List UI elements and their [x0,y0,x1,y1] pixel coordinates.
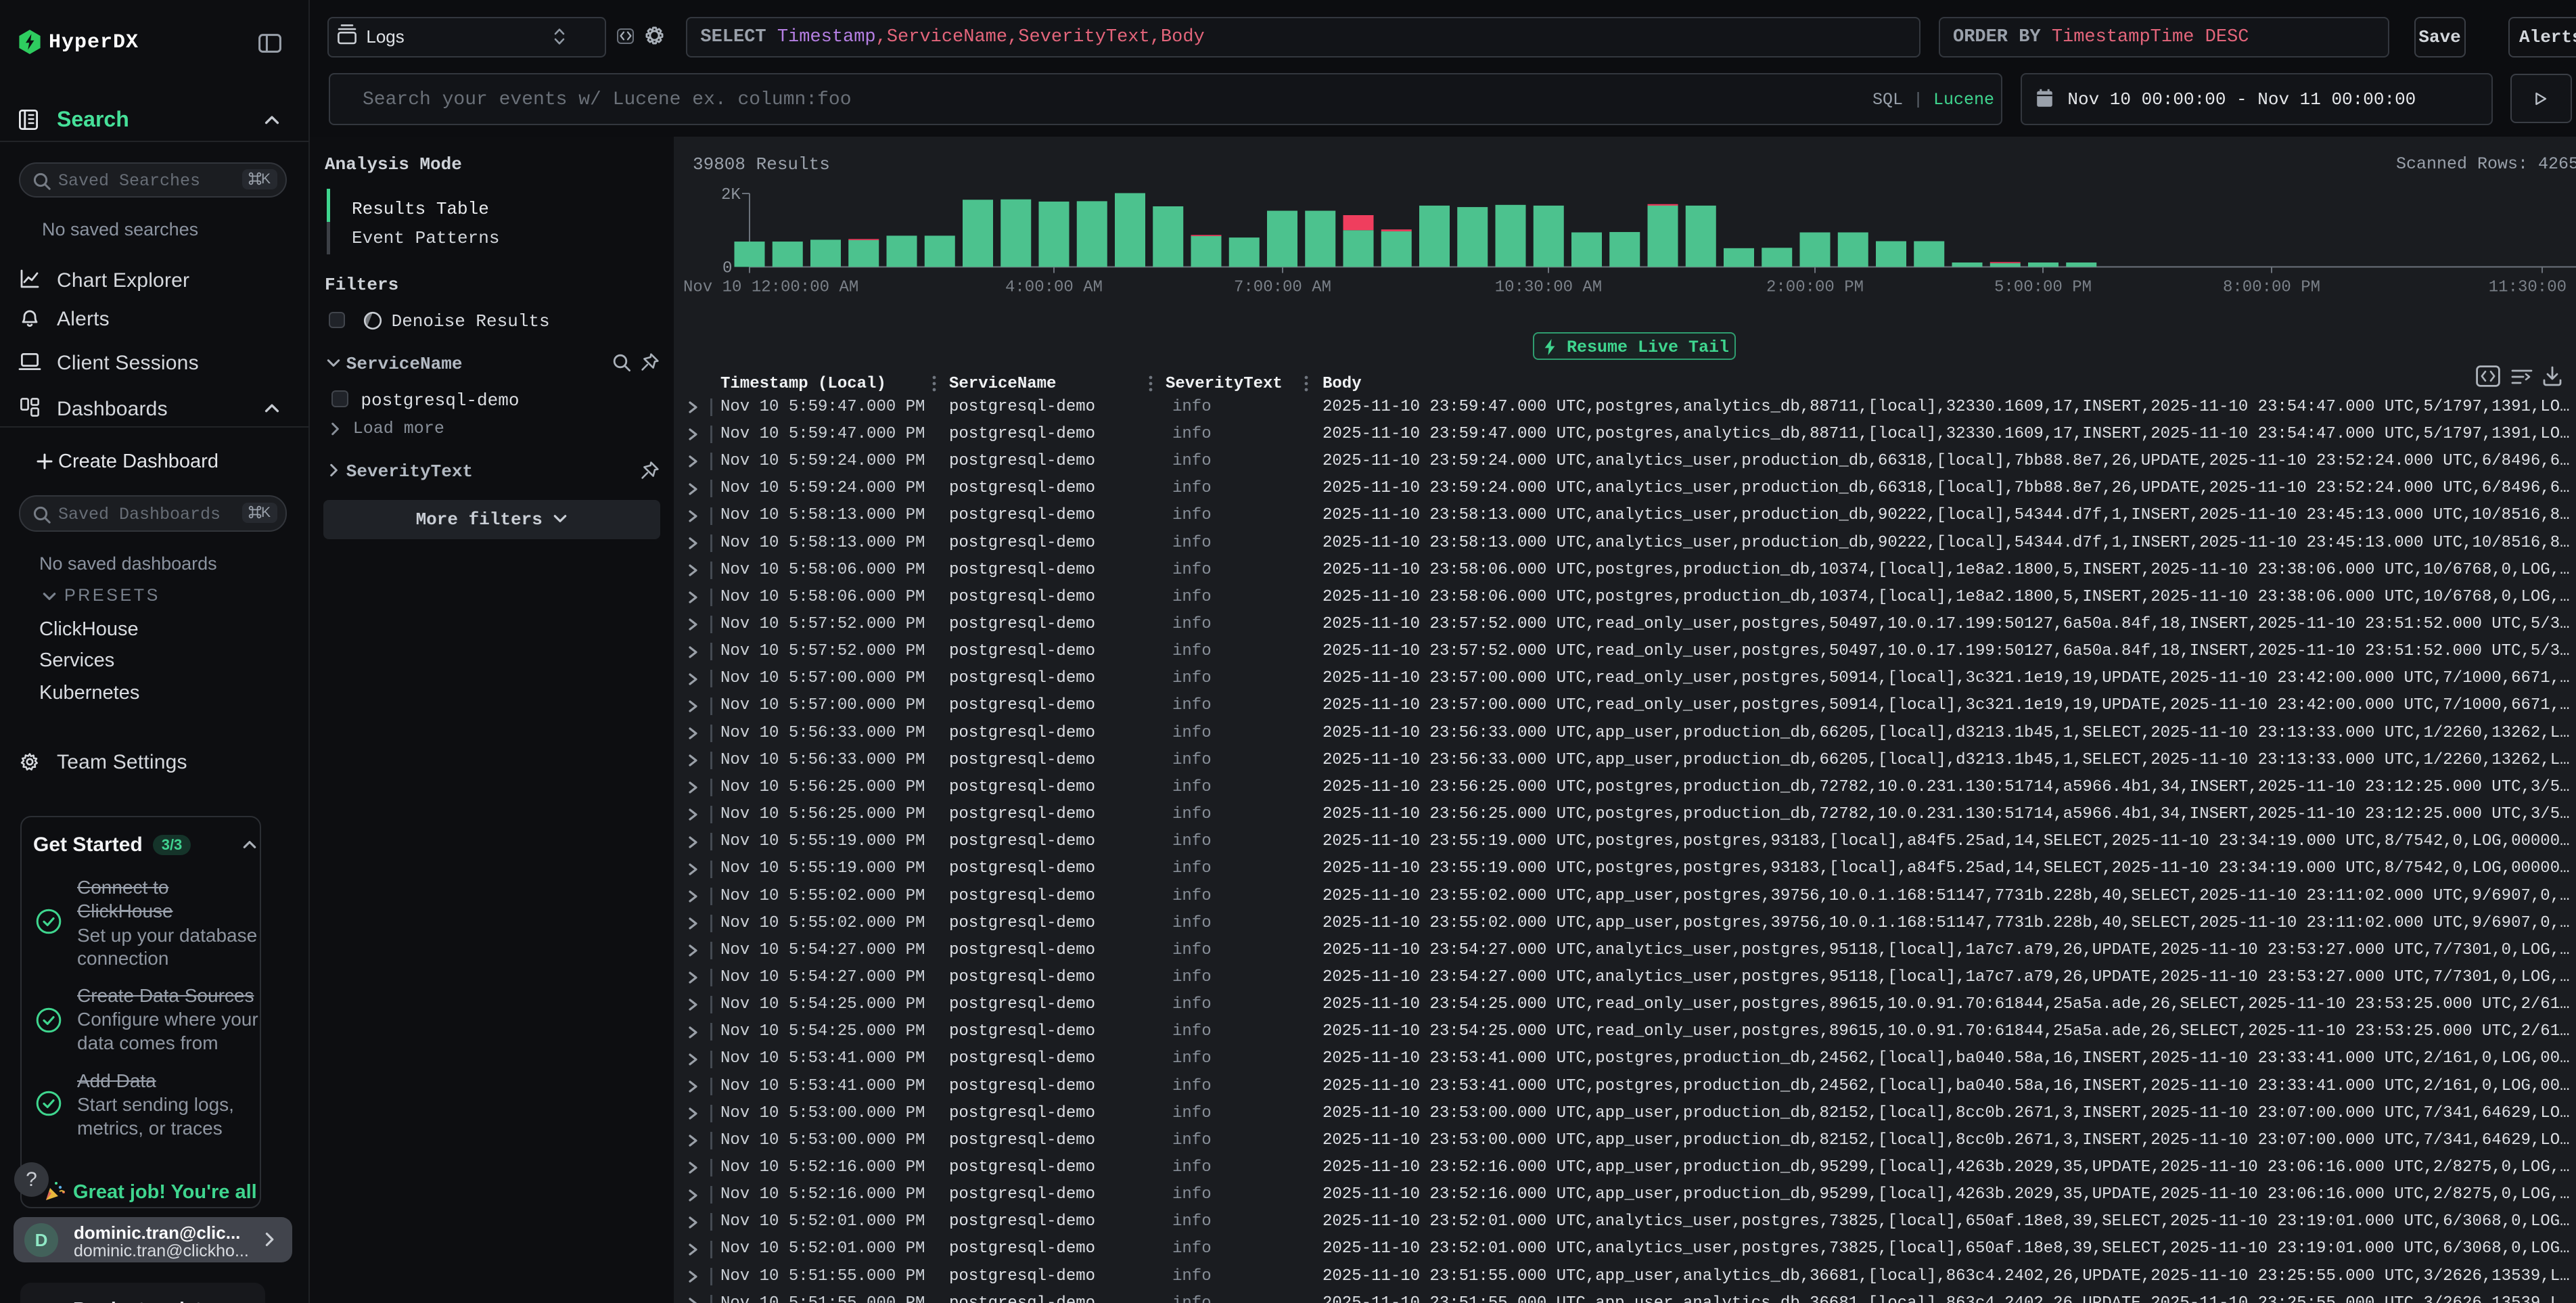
svg-text:7:00:00 AM: 7:00:00 AM [1234,279,1331,297]
svg-text:2K: 2K [721,186,741,204]
svg-text:Nov 10 12:00:00 AM: Nov 10 12:00:00 AM [683,279,858,297]
svg-text:0: 0 [722,260,732,278]
svg-text:4:00:00 AM: 4:00:00 AM [1005,279,1103,297]
svg-text:5:00:00 PM: 5:00:00 PM [1994,279,2092,297]
svg-text:11:30:00 PM: 11:30:00 PM [2489,279,2576,297]
svg-text:2:00:00 PM: 2:00:00 PM [1766,279,1864,297]
svg-text:8:00:00 PM: 8:00:00 PM [2223,279,2320,297]
svg-text:10:30:00 AM: 10:30:00 AM [1495,279,1602,297]
